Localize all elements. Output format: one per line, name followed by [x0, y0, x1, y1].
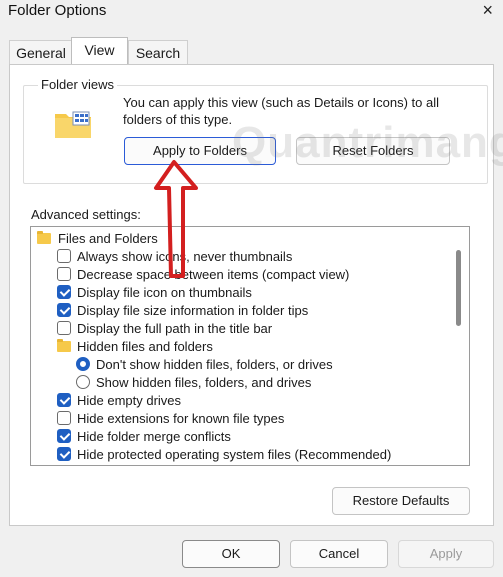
tab-general[interactable]: General	[9, 40, 73, 65]
list-item: Files and Folders	[31, 230, 451, 248]
list-item-label: Decrease space between items (compact vi…	[77, 267, 350, 282]
list-item-label: Show hidden files, folders, and drives	[96, 375, 312, 390]
list-item-label: Hidden files and folders	[77, 339, 213, 354]
annotation-arrow-icon	[154, 160, 198, 278]
list-item[interactable]: Hide empty drives	[31, 392, 451, 410]
list-item-label: Hide protected operating system files (R…	[77, 447, 392, 462]
list-item-label: Display file size information in folder …	[77, 303, 309, 318]
apply-label: Apply	[429, 546, 463, 561]
apply-button[interactable]: Apply	[398, 540, 494, 568]
cancel-label: Cancel	[318, 546, 360, 561]
list-item[interactable]: Hide protected operating system files (R…	[31, 446, 451, 464]
cancel-button[interactable]: Cancel	[290, 540, 388, 568]
title-bar: Folder Options ×	[0, 0, 503, 28]
close-icon[interactable]: ×	[482, 0, 493, 21]
tab-view-label: View	[84, 42, 115, 58]
folder-views-title: Folder views	[38, 77, 117, 92]
folder-views-description: You can apply this view (such as Details…	[123, 95, 440, 127]
ok-button[interactable]: OK	[182, 540, 280, 568]
list-item[interactable]: Display file icon on thumbnails	[31, 284, 451, 302]
advanced-settings-list[interactable]: Files and Folders Always show icons, nev…	[30, 226, 470, 466]
list-item-label: Display file icon on thumbnails	[77, 285, 252, 300]
folder-icon	[57, 339, 71, 352]
list-item: Hidden files and folders	[31, 338, 451, 356]
checkbox[interactable]	[57, 447, 71, 461]
checkbox[interactable]	[57, 249, 71, 263]
list-item[interactable]: Hide folder merge conflicts	[31, 428, 451, 446]
restore-defaults-button[interactable]: Restore Defaults	[332, 487, 470, 515]
list-item-label: Hide folder merge conflicts	[77, 429, 231, 444]
checkbox[interactable]	[57, 303, 71, 317]
tab-general-label: General	[16, 45, 66, 61]
tab-search-label: Search	[135, 45, 181, 61]
list-item[interactable]: Don't show hidden files, folders, or dri…	[31, 356, 451, 374]
ok-label: OK	[221, 546, 241, 561]
advanced-settings-label: Advanced settings:	[31, 207, 141, 222]
window-title: Folder Options	[8, 2, 107, 19]
radio-button[interactable]	[76, 357, 90, 371]
list-item-label: Display the full path in the title bar	[77, 321, 273, 336]
tab-search[interactable]: Search	[128, 40, 188, 65]
list-item[interactable]: Always show icons, never thumbnails	[31, 248, 451, 266]
scrollbar-thumb[interactable]	[456, 250, 461, 326]
list-item[interactable]: Decrease space between items (compact vi…	[31, 266, 451, 284]
checkbox[interactable]	[57, 411, 71, 425]
list-item-label: Hide empty drives	[77, 393, 182, 408]
list-item[interactable]: Hide extensions for known file types	[31, 410, 451, 428]
checkbox[interactable]	[57, 429, 71, 443]
list-item[interactable]: Display file size information in folder …	[31, 302, 451, 320]
restore-defaults-label: Restore Defaults	[352, 493, 450, 508]
checkbox[interactable]	[57, 321, 71, 335]
folder-icon	[37, 231, 51, 244]
tab-view[interactable]: View	[71, 37, 128, 64]
list-item-label: Hide extensions for known file types	[77, 411, 285, 426]
list-item-label: Files and Folders	[58, 231, 158, 246]
folder-views-icon	[55, 111, 91, 138]
checkbox[interactable]	[57, 267, 71, 281]
list-item[interactable]: Display the full path in the title bar	[31, 320, 451, 338]
list-item-label: Don't show hidden files, folders, or dri…	[96, 357, 333, 372]
reset-folders-button[interactable]: Reset Folders	[296, 137, 450, 165]
radio-button[interactable]	[76, 375, 90, 389]
checkbox[interactable]	[57, 285, 71, 299]
checkbox[interactable]	[57, 393, 71, 407]
list-item[interactable]: Show hidden files, folders, and drives	[31, 374, 451, 392]
reset-folders-label: Reset Folders	[332, 143, 414, 158]
scrollbar[interactable]	[454, 230, 462, 460]
